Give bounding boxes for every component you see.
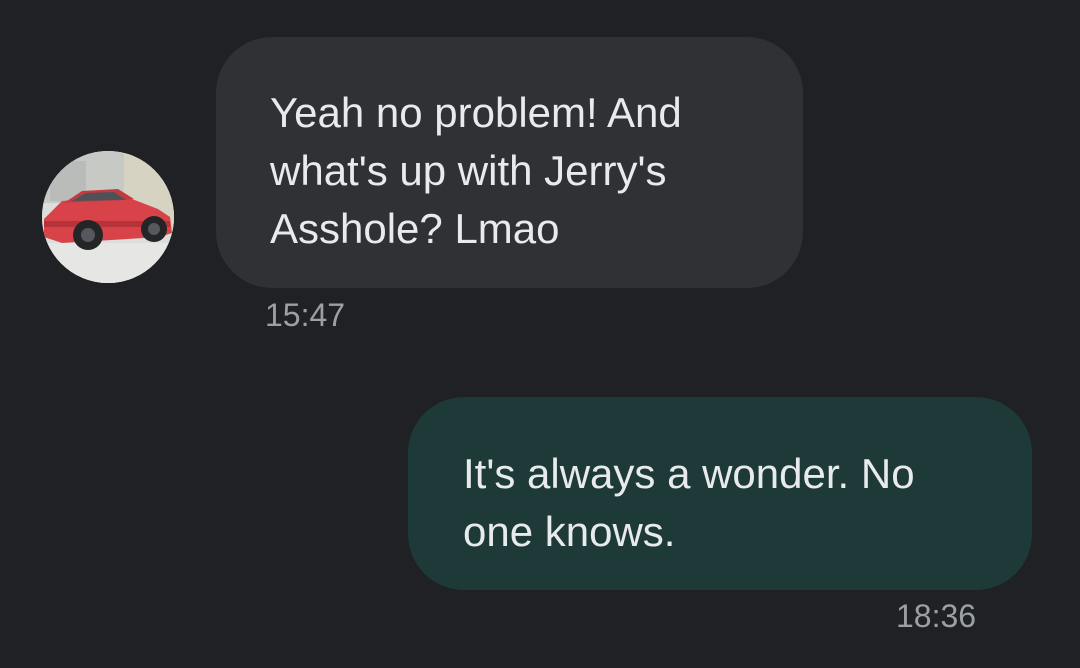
- incoming-message-timestamp: 15:47: [265, 297, 346, 333]
- outgoing-message-timestamp: 18:36: [896, 598, 977, 634]
- red-car-photo-icon: [42, 151, 174, 283]
- incoming-message-bubble[interactable]: Yeah no problem! And what's up with Jerr…: [216, 37, 803, 288]
- outgoing-message-bubble[interactable]: It's always a wonder. No one knows.: [408, 397, 1032, 590]
- contact-avatar[interactable]: [42, 151, 174, 283]
